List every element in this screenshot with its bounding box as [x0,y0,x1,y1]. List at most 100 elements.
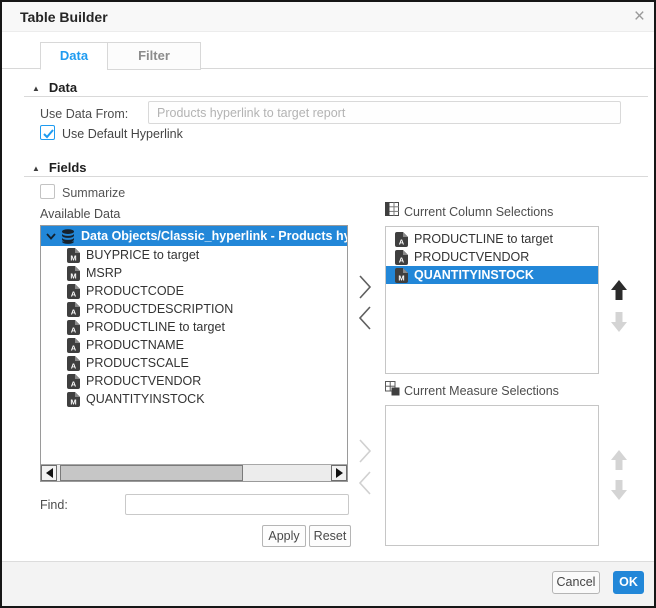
tree-item[interactable]: A PRODUCTCODE [41,282,347,300]
available-data-label: Available Data [40,207,121,221]
fields-section-label: Fields [48,160,87,175]
add-column-chevron-right[interactable] [355,274,375,300]
scroll-left-button[interactable] [41,465,57,481]
chevron-down-icon [46,232,56,240]
svg-text:A: A [399,255,405,264]
find-input[interactable] [125,494,349,515]
svg-text:A: A [71,307,77,316]
measure-field-icon: M [395,267,408,283]
apply-button[interactable]: Apply [262,525,306,547]
attribute-field-icon: A [67,319,80,335]
svg-text:A: A [399,237,405,246]
checkmark-icon [43,129,54,139]
tree-item-label: PRODUCTNAME [86,338,184,352]
current-measure-selections-label: Current Measure Selections [404,384,559,398]
attribute-field-icon: A [67,373,80,389]
tree-item-label: QUANTITYINSTOCK [86,392,205,406]
use-default-hyperlink-checkbox[interactable] [40,125,55,140]
tree-root-label: Data Objects/Classic_hyperlink - Product… [81,229,347,243]
svg-text:A: A [71,379,77,388]
use-data-from-input[interactable] [148,101,621,124]
column-selection-item[interactable]: A PRODUCTVENDOR [386,248,598,266]
attribute-field-icon: A [67,283,80,299]
tree-item-label: PRODUCTCODE [86,284,184,298]
tree-item-list: M BUYPRICE to target M MSRP A PRODUCTCODE A PRO… [41,246,347,408]
tree-item-label: BUYPRICE to target [86,248,200,262]
collapse-triangle-icon: ▲ [32,84,40,93]
measure-field-icon: M [67,247,80,263]
data-section-divider [24,96,648,97]
tree-item[interactable]: A PRODUCTDESCRIPTION [41,300,347,318]
reset-button[interactable]: Reset [309,525,351,547]
remove-measure-chevron-left[interactable] [355,470,375,496]
horizontal-scrollbar[interactable] [41,464,347,481]
scroll-right-button[interactable] [331,465,347,481]
measure-selections-icon [385,381,400,396]
column-selections-icon [385,202,399,216]
current-measure-selections-list [385,405,599,546]
measure-field-icon: M [67,265,80,281]
fields-section-header[interactable]: ▲ Fields [32,160,87,175]
close-icon[interactable]: × [634,5,645,29]
remove-column-chevron-left[interactable] [355,305,375,331]
find-label: Find: [40,498,68,512]
table-builder-dialog: Table Builder × Data Filter ▲ Data Use Da… [0,0,656,608]
selection-item-label: PRODUCTVENDOR [414,250,530,264]
available-data-tree: Data Objects/Classic_hyperlink - Product… [40,225,348,482]
current-column-selections-label: Current Column Selections [404,205,554,219]
tree-item-label: MSRP [86,266,123,280]
selection-item-label: QUANTITYINSTOCK [414,268,534,282]
column-selection-item[interactable]: M QUANTITYINSTOCK [386,266,598,284]
tab-filter[interactable]: Filter [107,42,201,70]
data-section-label: Data [48,80,78,95]
left-arrow-icon [45,468,53,478]
tree-item[interactable]: M BUYPRICE to target [41,246,347,264]
data-section-header[interactable]: ▲ Data [32,80,77,95]
tree-item[interactable]: A PRODUCTVENDOR [41,372,347,390]
scrollbar-thumb[interactable] [60,465,243,481]
summarize-checkbox[interactable] [40,184,55,199]
use-data-from-label: Use Data From: [40,107,129,121]
add-measure-chevron-right[interactable] [355,438,375,464]
cancel-button[interactable]: Cancel [552,571,600,594]
measure-field-icon: M [67,391,80,407]
summarize-label: Summarize [62,186,126,200]
tree-item[interactable]: A PRODUCTSCALE [41,354,347,372]
tree-item[interactable]: M MSRP [41,264,347,282]
attribute-field-icon: A [67,301,80,317]
tab-data[interactable]: Data [40,42,108,70]
svg-text:M: M [70,271,76,280]
attribute-field-icon: A [67,355,80,371]
tree-item-label: PRODUCTVENDOR [86,374,202,388]
current-column-selections-list: A PRODUCTLINE to target A PRODUCTVENDOR M QUA… [385,226,599,374]
svg-text:M: M [398,273,404,282]
svg-text:A: A [71,361,77,370]
selection-item-label: PRODUCTLINE to target [414,232,553,246]
column-selection-item[interactable]: A PRODUCTLINE to target [386,230,598,248]
database-icon [62,228,74,244]
move-up-arrow[interactable] [608,279,630,301]
svg-text:A: A [71,325,77,334]
tree-item[interactable]: M QUANTITYINSTOCK [41,390,347,408]
attribute-field-icon: A [395,249,408,265]
use-default-hyperlink-label: Use Default Hyperlink [62,127,183,141]
tree-viewport: Data Objects/Classic_hyperlink - Product… [41,226,347,464]
attribute-field-icon: A [395,231,408,247]
tree-item-label: PRODUCTDESCRIPTION [86,302,234,316]
tree-item-label: PRODUCTLINE to target [86,320,225,334]
dialog-titlebar: Table Builder × [2,2,654,32]
ok-button[interactable]: OK [613,571,644,594]
move-up-arrow[interactable] [608,449,630,471]
svg-text:A: A [71,289,77,298]
move-down-arrow[interactable] [608,479,630,501]
tree-item[interactable]: A PRODUCTNAME [41,336,347,354]
tree-item-label: PRODUCTSCALE [86,356,189,370]
tree-root-item[interactable]: Data Objects/Classic_hyperlink - Product… [41,226,347,246]
tree-item[interactable]: A PRODUCTLINE to target [41,318,347,336]
attribute-field-icon: A [67,337,80,353]
dialog-title: Table Builder [20,9,108,25]
tab-bar: Data Filter [2,42,654,70]
move-down-arrow[interactable] [608,311,630,333]
fields-section-divider [24,176,648,177]
svg-text:M: M [70,397,76,406]
